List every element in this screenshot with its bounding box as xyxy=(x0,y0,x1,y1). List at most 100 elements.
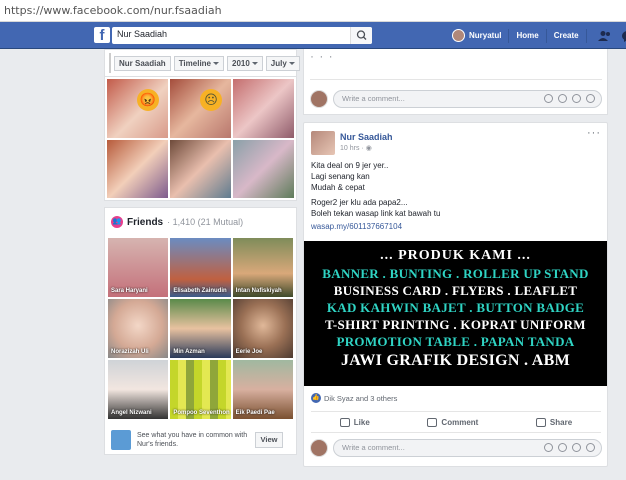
photo-thumbnail[interactable] xyxy=(233,139,294,198)
avatar xyxy=(310,439,328,457)
friend-name: Eik Paedi Pae xyxy=(235,410,275,416)
friend-tile[interactable]: Angel Nizwani xyxy=(108,360,169,419)
facebook-logo-icon[interactable]: f xyxy=(94,27,110,44)
post-image-banner[interactable]: ... PRODUK KAMI ... BANNER . BUNTING . R… xyxy=(304,241,607,386)
friend-tile[interactable]: Min Azman xyxy=(170,299,231,358)
friend-requests-icon[interactable] xyxy=(597,30,612,42)
profile-name-button[interactable]: Nur Saadiah xyxy=(114,55,171,71)
post-options-icon[interactable]: ··· xyxy=(587,127,601,139)
month-dropdown[interactable]: July xyxy=(265,55,300,71)
caret-down-icon xyxy=(288,61,295,65)
timeline-label: Timeline xyxy=(178,58,211,68)
friends-box: 👥 Friends · 1,410 (21 Mutual) Sara Harya… xyxy=(104,207,297,455)
comment-button[interactable]: Comment xyxy=(427,417,478,427)
comment-input[interactable]: Write a comment... xyxy=(333,90,602,108)
friends-header: 👥 Friends · 1,410 (21 Mutual) xyxy=(105,208,296,236)
comment-input[interactable]: Write a comment... xyxy=(333,439,602,457)
post-timestamp[interactable]: 10 hrs · ◉ xyxy=(340,144,372,152)
emoji-icon[interactable] xyxy=(544,94,553,103)
avatar[interactable] xyxy=(311,131,335,155)
post-line: Lagi senang kan xyxy=(311,172,370,181)
profile-link[interactable]: Nuryatul xyxy=(469,31,501,40)
gif-icon[interactable] xyxy=(572,443,581,452)
friend-name: Pompoo Seventhon xyxy=(173,410,230,416)
banner-title: ... PRODUK KAMI ... xyxy=(380,248,531,263)
banner-line: T-SHIRT PRINTING . KOPRAT UNIFORM xyxy=(325,317,586,332)
more-icon[interactable]: · · · xyxy=(310,49,334,63)
caret-down-icon xyxy=(251,61,258,65)
share-arrow-icon xyxy=(535,417,546,427)
comment-tools xyxy=(544,94,595,103)
messenger-icon[interactable]: 1 xyxy=(621,30,626,42)
profile-thumbnail[interactable] xyxy=(109,53,111,73)
search-input[interactable]: Nur Saadiah xyxy=(112,27,372,44)
photo-thumbnail[interactable] xyxy=(233,79,294,138)
post-paragraph: Kita deal on 9 jer yer.. Lagi senang kan… xyxy=(311,160,601,193)
gif-icon[interactable] xyxy=(572,94,581,103)
avatar[interactable] xyxy=(452,29,465,42)
thumbs-up-icon xyxy=(339,417,350,427)
mutual-friends-text: See what you have in common with Nur's f… xyxy=(137,432,248,448)
friend-tile[interactable]: Elisabeth Zainudin xyxy=(170,238,231,297)
avatar xyxy=(310,90,328,108)
mutual-friends-prompt: See what you have in common with Nur's f… xyxy=(111,430,291,450)
post-time-text: 10 hrs · xyxy=(340,145,364,152)
divider xyxy=(508,28,510,43)
sad-emoji-icon: ☹ xyxy=(200,89,222,111)
friend-tile[interactable]: Pompoo Seventhon xyxy=(170,360,231,419)
photos-grid: 😡 ☹ xyxy=(104,77,297,201)
top-nav-right: Nuryatul Home Create 1 xyxy=(452,22,626,49)
friends-title[interactable]: Friends xyxy=(127,217,163,228)
comment-placeholder: Write a comment... xyxy=(342,94,405,103)
post-actions: Like Comment Share xyxy=(311,411,601,433)
create-link[interactable]: Create xyxy=(554,31,579,40)
divider xyxy=(310,79,602,80)
camera-icon[interactable] xyxy=(558,443,567,452)
post-author[interactable]: Nur Saadiah xyxy=(340,132,393,142)
search-button[interactable] xyxy=(350,27,372,44)
like-label: Like xyxy=(353,417,370,427)
photo-thumbnail[interactable] xyxy=(170,139,231,198)
friends-count: · 1,410 (21 Mutual) xyxy=(167,217,244,227)
friend-tile[interactable]: Eerie Joe xyxy=(232,299,293,358)
emoji-icon[interactable] xyxy=(544,443,553,452)
comment-row: Write a comment... xyxy=(310,89,602,109)
sticker-icon[interactable] xyxy=(586,443,595,452)
friend-tile[interactable]: Sara Haryani xyxy=(108,238,169,297)
reactions-summary[interactable]: 👍 Dik Syaz and 3 others xyxy=(311,393,397,403)
timeline-dropdown[interactable]: Timeline xyxy=(173,55,224,71)
friend-name: Sara Haryani xyxy=(111,288,148,294)
comment-placeholder: Write a comment... xyxy=(342,443,405,452)
comment-row: Write a comment... xyxy=(310,438,602,458)
view-button[interactable]: View xyxy=(255,432,283,448)
feed-post: Nur Saadiah 10 hrs · ◉ ··· Kita deal on … xyxy=(303,122,608,467)
sticker-icon[interactable] xyxy=(586,94,595,103)
friend-tile[interactable]: Norazizah Uli xyxy=(108,299,169,358)
search-icon xyxy=(356,30,367,40)
caret-down-icon xyxy=(213,61,219,65)
share-label: Share xyxy=(549,417,573,427)
banner-line: JAWI GRAFIK DESIGN . ABM xyxy=(340,352,570,369)
post-line: Kita deal on 9 jer yer.. xyxy=(311,161,389,170)
camera-icon[interactable] xyxy=(558,94,567,103)
photo-thumbnail[interactable] xyxy=(107,139,168,198)
home-link[interactable]: Home xyxy=(516,31,538,40)
url-text: https://www.facebook.com/nur.fsaadiah xyxy=(4,4,222,17)
reactions-text: Dik Syaz and 3 others xyxy=(324,393,398,403)
search-value: Nur Saadiah xyxy=(117,29,168,39)
photo-thumbnail[interactable]: 😡 xyxy=(107,79,168,138)
facebook-top-bar: f Nur Saadiah Nuryatul Home Create 1 xyxy=(0,22,626,49)
post-link[interactable]: wasap.my/601137667104 xyxy=(311,222,402,231)
year-dropdown[interactable]: 2010 xyxy=(227,55,263,71)
friend-tile[interactable]: Eik Paedi Pae xyxy=(232,360,293,419)
like-reaction-icon: 👍 xyxy=(311,393,321,403)
friend-tile[interactable]: Intan Nafiskiyah xyxy=(232,238,293,297)
post-body: Kita deal on 9 jer yer.. Lagi senang kan… xyxy=(311,160,601,223)
friend-name: Min Azman xyxy=(173,349,205,355)
like-button[interactable]: Like xyxy=(339,417,370,427)
post-paragraph: Roger2 jer klu ada papa2... Boleh tekan … xyxy=(311,197,601,219)
browser-url-bar[interactable]: https://www.facebook.com/nur.fsaadiah xyxy=(0,0,626,22)
friend-name: Intan Nafiskiyah xyxy=(235,288,282,294)
share-button[interactable]: Share xyxy=(535,417,573,427)
photo-thumbnail[interactable]: ☹ xyxy=(170,79,231,138)
